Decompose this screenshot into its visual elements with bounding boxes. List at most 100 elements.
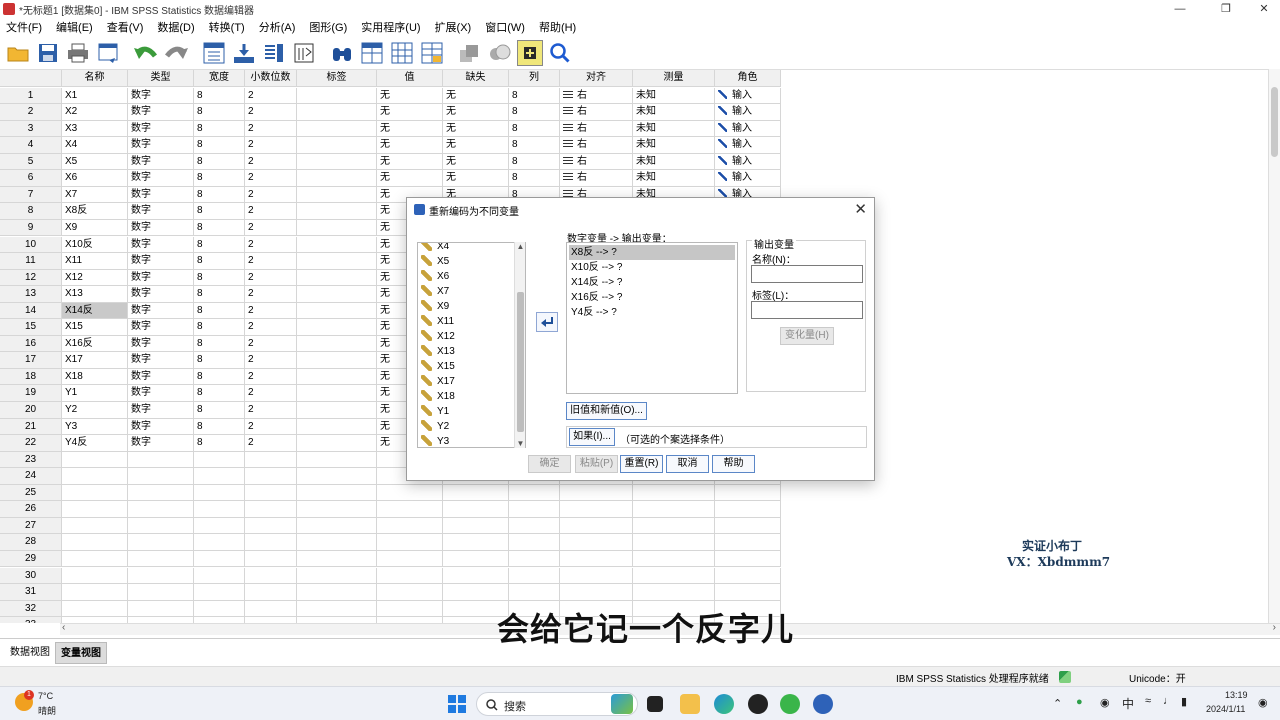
- cell-decimals[interactable]: 2: [245, 153, 297, 171]
- row-number[interactable]: 11: [0, 253, 62, 270]
- microphone-icon[interactable]: ◉: [1100, 696, 1110, 709]
- cell-width[interactable]: 8: [194, 120, 245, 138]
- cell-name[interactable]: [62, 584, 128, 601]
- cell-width[interactable]: 8: [194, 418, 245, 436]
- cell-measure[interactable]: 未知: [633, 104, 715, 121]
- cell-type[interactable]: [128, 484, 194, 502]
- source-list-scrollbar[interactable]: ▲ ▼: [514, 242, 525, 448]
- cell-type[interactable]: 数字: [128, 435, 194, 452]
- cell-width[interactable]: 8: [194, 302, 245, 320]
- restore-icon[interactable]: ❐: [1206, 0, 1246, 18]
- cell-measure[interactable]: 未知: [633, 137, 715, 154]
- cell-decimals[interactable]: 2: [245, 402, 297, 419]
- cell-missing[interactable]: 无: [443, 120, 509, 138]
- cell-name[interactable]: Y2: [62, 402, 128, 419]
- cell-columns[interactable]: 8: [509, 170, 560, 187]
- cell-type[interactable]: 数字: [128, 368, 194, 386]
- column-header-type[interactable]: 类型: [128, 70, 194, 87]
- cell-role[interactable]: [715, 550, 781, 568]
- cell-width[interactable]: 8: [194, 352, 245, 369]
- split-file-icon[interactable]: [419, 40, 445, 66]
- row-number[interactable]: 28: [0, 534, 62, 551]
- cell-values[interactable]: [377, 501, 443, 518]
- row-number[interactable]: 17: [0, 352, 62, 369]
- cell-missing[interactable]: [443, 534, 509, 551]
- cell-width[interactable]: 8: [194, 335, 245, 353]
- row-number[interactable]: 10: [0, 236, 62, 253]
- cell-decimals[interactable]: [245, 484, 297, 502]
- cell-align[interactable]: 右: [560, 120, 633, 138]
- source-variable-item[interactable]: X5: [421, 254, 449, 269]
- cell-decimals[interactable]: 2: [245, 302, 297, 320]
- cell-decimals[interactable]: [245, 451, 297, 469]
- cell-measure[interactable]: [633, 567, 715, 584]
- source-variable-item[interactable]: X6: [421, 269, 449, 284]
- cell-values[interactable]: 无: [377, 137, 443, 154]
- cell-values[interactable]: [377, 534, 443, 551]
- cell-name[interactable]: X3: [62, 120, 128, 138]
- cell-values[interactable]: 无: [377, 104, 443, 121]
- cell-align[interactable]: 右: [560, 170, 633, 187]
- column-header-role[interactable]: 角色: [715, 70, 781, 87]
- cell-align[interactable]: 右: [560, 104, 633, 121]
- cell-role[interactable]: 输入: [715, 104, 781, 121]
- cell-missing[interactable]: [443, 584, 509, 601]
- menu-data[interactable]: 数据(D): [157, 19, 194, 35]
- if-button[interactable]: 如果(I)...: [569, 428, 615, 446]
- cell-type[interactable]: 数字: [128, 120, 194, 138]
- row-number[interactable]: 21: [0, 418, 62, 436]
- column-header-width[interactable]: 宽度: [194, 70, 245, 87]
- cell-role[interactable]: [715, 484, 781, 502]
- row-number[interactable]: 2: [0, 104, 62, 121]
- close-icon[interactable]: ✕: [1244, 0, 1280, 18]
- cell-role[interactable]: 输入: [715, 170, 781, 187]
- print-icon[interactable]: [65, 40, 91, 66]
- cell-label[interactable]: [297, 550, 377, 568]
- cell-name[interactable]: Y3: [62, 418, 128, 436]
- cell-type[interactable]: 数字: [128, 186, 194, 204]
- cell-name[interactable]: X16反: [62, 335, 128, 353]
- undo-icon[interactable]: [133, 40, 159, 66]
- cell-name[interactable]: X1: [62, 87, 128, 105]
- volume-icon[interactable]: ♩: [1163, 695, 1174, 707]
- cell-align[interactable]: 右: [560, 87, 633, 105]
- cell-type[interactable]: [128, 550, 194, 568]
- cell-name[interactable]: X11: [62, 253, 128, 270]
- cell-missing[interactable]: [443, 550, 509, 568]
- cell-role[interactable]: [715, 584, 781, 601]
- row-number[interactable]: 12: [0, 269, 62, 287]
- dialog-close-icon[interactable]: ✕: [854, 200, 867, 218]
- cell-columns[interactable]: [509, 517, 560, 535]
- cell-label[interactable]: [297, 402, 377, 419]
- cell-role[interactable]: 输入: [715, 87, 781, 105]
- cell-label[interactable]: [297, 385, 377, 402]
- menu-window[interactable]: 窗口(W): [485, 19, 525, 35]
- cell-missing[interactable]: 无: [443, 137, 509, 154]
- cell-label[interactable]: [297, 567, 377, 584]
- cell-label[interactable]: [297, 418, 377, 436]
- cell-missing[interactable]: [443, 517, 509, 535]
- cell-role[interactable]: [715, 517, 781, 535]
- cell-align[interactable]: 右: [560, 137, 633, 154]
- cell-values[interactable]: [377, 584, 443, 601]
- menu-extensions[interactable]: 扩展(X): [435, 19, 472, 35]
- cell-type[interactable]: [128, 534, 194, 551]
- source-variable-item[interactable]: X11: [421, 314, 454, 329]
- cell-type[interactable]: 数字: [128, 402, 194, 419]
- cell-missing[interactable]: [443, 484, 509, 502]
- cell-decimals[interactable]: 2: [245, 236, 297, 253]
- row-number[interactable]: 33: [0, 617, 62, 623]
- cell-role[interactable]: 输入: [715, 120, 781, 138]
- reset-button[interactable]: 重置(R): [620, 455, 663, 473]
- cell-measure[interactable]: 未知: [633, 153, 715, 171]
- cell-missing[interactable]: [443, 501, 509, 518]
- name-input[interactable]: [751, 265, 863, 283]
- goto-case-icon[interactable]: [201, 40, 227, 66]
- cell-decimals[interactable]: 2: [245, 137, 297, 154]
- cell-measure[interactable]: [633, 534, 715, 551]
- cell-label[interactable]: [297, 219, 377, 237]
- cell-label[interactable]: [297, 501, 377, 518]
- cell-name[interactable]: [62, 534, 128, 551]
- cell-decimals[interactable]: [245, 600, 297, 618]
- cell-values[interactable]: [377, 550, 443, 568]
